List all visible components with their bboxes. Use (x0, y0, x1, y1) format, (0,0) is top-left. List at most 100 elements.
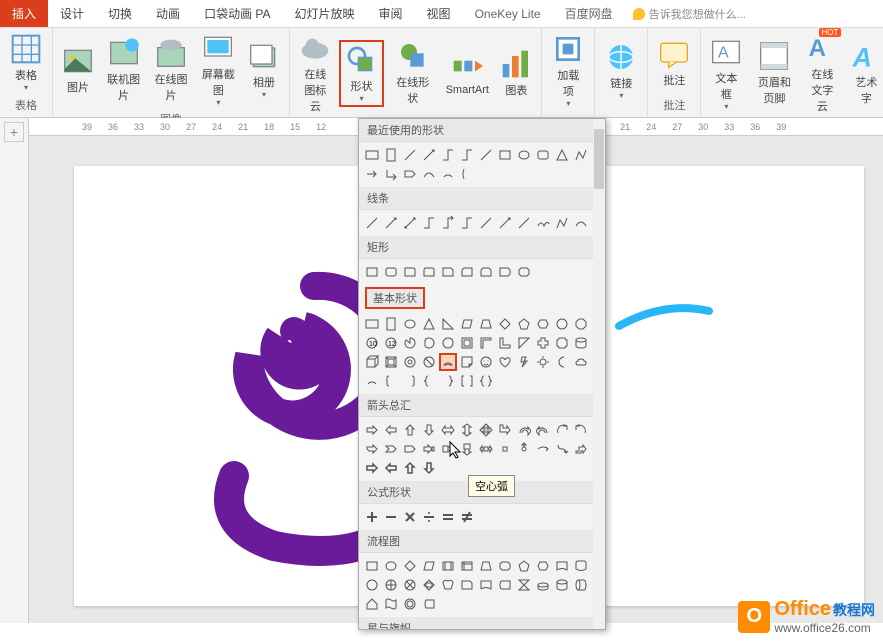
arrow9[interactable] (515, 421, 533, 439)
shape-curve-conn[interactable] (477, 146, 495, 164)
arrow15[interactable] (401, 440, 419, 458)
fc18[interactable] (458, 576, 476, 594)
shape-line10[interactable] (534, 214, 552, 232)
tab-slideshow[interactable]: 幻灯片放映 (283, 0, 367, 27)
fc16[interactable] (420, 576, 438, 594)
basic-plus[interactable] (534, 334, 552, 352)
arrow20[interactable] (496, 440, 514, 458)
shape-triangle[interactable] (553, 146, 571, 164)
fc27[interactable] (401, 595, 419, 613)
shape-pentagon-arrow[interactable] (401, 165, 419, 183)
arrow5[interactable] (439, 421, 457, 439)
textbox-button[interactable]: A 文本框 ▾ (705, 34, 747, 113)
basic-octagon[interactable] (572, 315, 590, 333)
arrow21[interactable] (515, 440, 533, 458)
basic-plaque[interactable] (553, 334, 571, 352)
fc20[interactable] (496, 576, 514, 594)
fc25[interactable] (363, 595, 381, 613)
arrow6[interactable] (458, 421, 476, 439)
basic-foldedcorner[interactable] (458, 353, 476, 371)
fc22[interactable] (534, 576, 552, 594)
basic-bevel[interactable] (382, 353, 400, 371)
fc28[interactable] (420, 595, 438, 613)
fc14[interactable] (382, 576, 400, 594)
basic-pie[interactable] (401, 334, 419, 352)
shape-connector[interactable] (439, 146, 457, 164)
basic-pentagon[interactable] (515, 315, 533, 333)
fc11[interactable] (553, 557, 571, 575)
tab-baidu[interactable]: 百度网盘 (553, 0, 625, 27)
dropdown-scrollbar[interactable] (593, 119, 605, 629)
arrow27[interactable] (401, 459, 419, 477)
rect4[interactable] (420, 263, 438, 281)
fc4[interactable] (420, 557, 438, 575)
shape-textbox-v[interactable] (382, 146, 400, 164)
fc13[interactable] (363, 576, 381, 594)
fc8[interactable] (496, 557, 514, 575)
addins-button[interactable]: 加载 项 ▾ (546, 31, 590, 110)
arrow14[interactable] (382, 440, 400, 458)
basic-teardrop[interactable] (439, 334, 457, 352)
basic-cube[interactable] (363, 353, 381, 371)
basic-noentry[interactable] (420, 353, 438, 371)
basic-chord[interactable] (420, 334, 438, 352)
shape-line6[interactable] (458, 214, 476, 232)
arrow19[interactable] (477, 440, 495, 458)
arrow8[interactable] (496, 421, 514, 439)
tab-review[interactable]: 审阅 (367, 0, 415, 27)
fc19[interactable] (477, 576, 495, 594)
basic-dodecagon[interactable]: 12 (382, 334, 400, 352)
arrow18[interactable] (458, 440, 476, 458)
basic-cloud[interactable] (572, 353, 590, 371)
arrow17[interactable] (439, 440, 457, 458)
online-shapes-button[interactable]: 在线形状 (386, 38, 439, 108)
header-footer-button[interactable]: 页眉和页脚 (749, 38, 799, 108)
basic-hexagon[interactable] (534, 315, 552, 333)
basic-sun[interactable] (534, 353, 552, 371)
basic-arc[interactable] (363, 372, 381, 390)
basic-brace-r[interactable] (439, 372, 457, 390)
tab-animation[interactable]: 动画 (144, 0, 192, 27)
arrow10[interactable] (534, 421, 552, 439)
basic-braces[interactable] (477, 372, 495, 390)
table-button[interactable]: 表格 ▾ (4, 31, 48, 94)
eq-divide[interactable] (420, 508, 438, 526)
picture-button[interactable]: 图片 (57, 43, 99, 97)
rect8[interactable] (496, 263, 514, 281)
shapes-button[interactable]: 形状 ▾ (339, 40, 385, 107)
basic-triangle[interactable] (420, 315, 438, 333)
online-icons-button[interactable]: 在线 图标云 (294, 30, 337, 116)
fc21[interactable] (515, 576, 533, 594)
local-picture-button[interactable]: 在线图片 (148, 35, 193, 105)
arrow28[interactable] (420, 459, 438, 477)
arrow16[interactable] (420, 440, 438, 458)
fc26[interactable] (382, 595, 400, 613)
eq-plus[interactable] (363, 508, 381, 526)
basic-oval[interactable] (401, 315, 419, 333)
shape-line11[interactable] (553, 214, 571, 232)
eq-equals[interactable] (439, 508, 457, 526)
fc17[interactable] (439, 576, 457, 594)
basic-textbox[interactable] (363, 315, 381, 333)
shape-elbow[interactable] (458, 146, 476, 164)
basic-l[interactable] (496, 334, 514, 352)
tab-onekey[interactable]: OneKey Lite (463, 2, 553, 26)
arrow12[interactable] (572, 421, 590, 439)
basic-parallelogram[interactable] (458, 315, 476, 333)
tab-view[interactable]: 视图 (415, 0, 463, 27)
tell-me-search[interactable]: 告诉我您想做什么... (633, 6, 746, 22)
album-button[interactable]: 相册 ▾ (243, 38, 285, 101)
basic-rtriangle[interactable] (439, 315, 457, 333)
basic-trapezoid[interactable] (477, 315, 495, 333)
shape-arc[interactable] (439, 165, 457, 183)
screenshot-button[interactable]: 屏幕截图 ▾ (196, 30, 241, 109)
rect6[interactable] (458, 263, 476, 281)
shape-line5[interactable] (439, 214, 457, 232)
wordart-button[interactable]: A 艺术字 (845, 38, 883, 108)
smartart-button[interactable]: SmartArt (441, 48, 493, 98)
arrow13[interactable] (363, 440, 381, 458)
fc24[interactable] (572, 576, 590, 594)
rect7[interactable] (477, 263, 495, 281)
basic-donut[interactable] (401, 353, 419, 371)
basic-can[interactable] (572, 334, 590, 352)
